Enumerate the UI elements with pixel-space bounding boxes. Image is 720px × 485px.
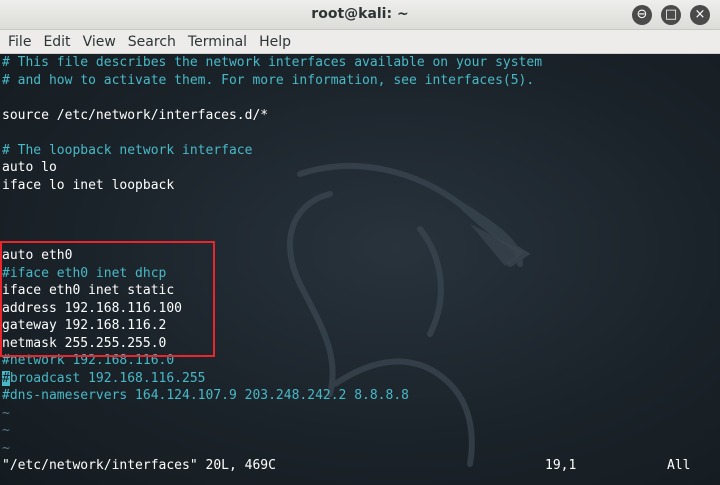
terminal-line: # The loopback network interface (2, 142, 253, 158)
terminal-line-rest: broadcast 192.168.116.255 (9, 370, 206, 386)
menu-search[interactable]: Search (122, 31, 182, 53)
terminal-line: source /etc/network/interfaces.d/* (2, 107, 269, 123)
menu-bar: File Edit View Search Terminal Help (0, 30, 720, 54)
close-button[interactable]: × (690, 5, 710, 25)
terminal-line: # and how to activate them. For more inf… (2, 72, 535, 88)
terminal-line: ~ (2, 405, 10, 421)
terminal-line: #broadcast 192.168.116.255 (2, 370, 542, 388)
terminal-view[interactable]: # This file describes the network interf… (0, 54, 720, 485)
menu-view[interactable]: View (77, 31, 122, 53)
maximize-button[interactable]: □ (661, 5, 681, 25)
terminal-line: auto lo (2, 160, 57, 176)
status-cursor-position: 19,1 (545, 458, 577, 473)
terminal-line: #dns-nameservers 164.124.107.9 203.248.2… (2, 388, 409, 404)
terminal-line: ~ (2, 441, 10, 457)
status-scroll-indicator: All (667, 458, 691, 473)
terminal-window: root@kali: ~ ⊖ □ × File Edit View Search… (0, 0, 720, 485)
terminal-line: iface lo inet loopback (2, 177, 175, 193)
minimize-button[interactable]: ⊖ (632, 5, 652, 25)
status-file-info: "/etc/network/interfaces" 20L, 469C (2, 458, 276, 473)
menu-help[interactable]: Help (253, 31, 297, 53)
menu-file[interactable]: File (2, 31, 37, 53)
text-cursor: # (2, 370, 10, 386)
highlight-annotation-box (0, 241, 215, 357)
title-bar[interactable]: root@kali: ~ ⊖ □ × (0, 0, 720, 30)
terminal-line: # This file describes the network interf… (2, 55, 543, 70)
menu-terminal[interactable]: Terminal (182, 31, 253, 53)
window-title: root@kali: ~ (311, 6, 409, 22)
terminal-line: ~ (2, 423, 10, 439)
menu-edit[interactable]: Edit (37, 31, 76, 53)
